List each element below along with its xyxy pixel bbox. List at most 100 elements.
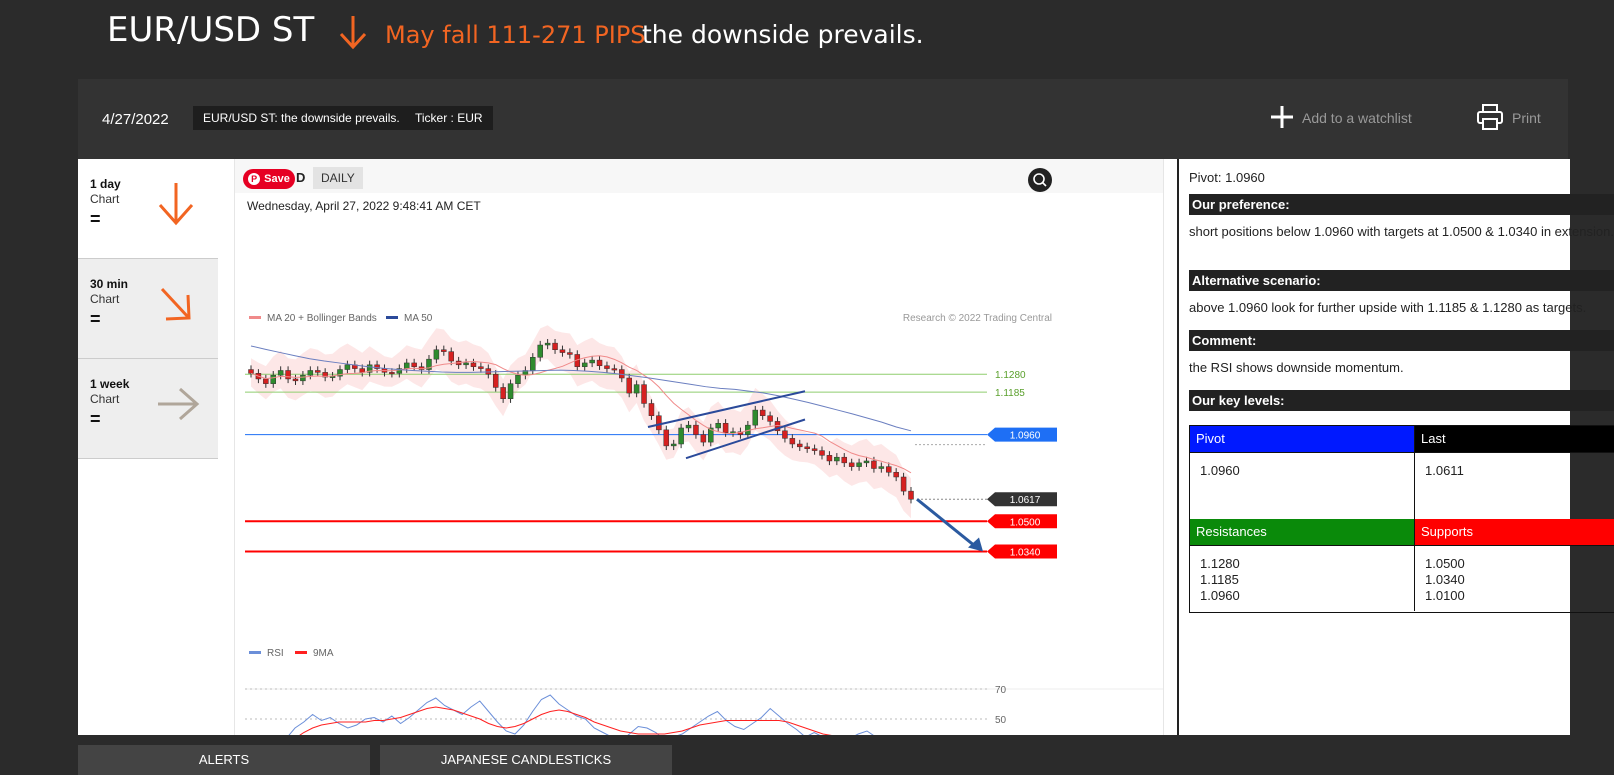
candle-body <box>537 344 543 358</box>
rsi-legend-swatch <box>249 651 261 654</box>
candle-body <box>834 456 840 462</box>
candle-body <box>263 378 269 384</box>
timeframe-name: 30 min <box>90 277 129 291</box>
ma50-legend-swatch <box>386 316 398 319</box>
rsi-ma9-line <box>299 706 832 735</box>
title-tag: EUR/USD ST: the downside prevails. <box>193 106 410 130</box>
candle-body <box>515 374 521 384</box>
candle-body <box>893 472 899 478</box>
candle-body <box>886 466 892 473</box>
ma9-legend: 9MA <box>313 648 334 659</box>
candle-body <box>300 374 306 382</box>
candle-body <box>767 415 773 422</box>
timeframe-1-week[interactable]: 1 week Chart = <box>78 359 218 459</box>
comment-heading: Comment: <box>1189 330 1614 351</box>
supports-header: Supports <box>1414 519 1614 545</box>
rsi-level-label: 70 <box>995 685 1007 696</box>
copyright-text: Research © 2022 Trading Central <box>903 313 1052 324</box>
candle-body <box>693 424 699 435</box>
timeframe-1-day[interactable]: 1 day Chart = <box>78 159 218 259</box>
timeframe-30-min[interactable]: 30 min Chart = <box>78 259 218 359</box>
timeframe-signal: = <box>90 409 101 429</box>
candle-body <box>789 438 796 445</box>
print-button[interactable]: Print <box>1476 103 1541 133</box>
timeframe-name: 1 week <box>90 377 130 391</box>
candle-body <box>797 443 803 448</box>
candle-body <box>448 351 454 362</box>
preference-text: short positions below 1.0960 with target… <box>1189 224 1614 239</box>
candle-body <box>678 427 684 445</box>
tab-japanese-candlesticks[interactable]: JAPANESE CANDLESTICKS <box>380 745 672 775</box>
candle-body <box>759 409 766 416</box>
candle-body <box>670 443 677 447</box>
plus-icon <box>1270 105 1294 132</box>
candle-body <box>314 370 321 373</box>
candle-body <box>648 403 655 416</box>
arrow-right-icon <box>156 381 200 432</box>
pivot-text: Pivot: 1.0960 <box>1189 170 1265 185</box>
ticker-tag: Ticker : EUR <box>405 106 493 130</box>
keylevels-heading: Our key levels: <box>1189 390 1614 411</box>
candle-body <box>752 409 759 426</box>
candle-body <box>285 370 291 380</box>
candle-body <box>530 357 536 371</box>
comment-text: the RSI shows downside momentum. <box>1189 360 1404 375</box>
arrow-down-icon <box>338 14 368 55</box>
candle-body <box>389 372 395 375</box>
candle-body <box>507 383 514 400</box>
add-to-watchlist-button[interactable]: Add to a watchlist <box>1270 105 1412 131</box>
candle-body <box>656 415 662 431</box>
resistance-level-label: 1.1185 <box>995 388 1025 399</box>
arrow-down-icon <box>156 181 196 232</box>
alternative-text: above 1.0960 look for further upside wit… <box>1189 300 1587 315</box>
last-price-label: 1.0617 <box>1010 495 1041 506</box>
ma9-legend-swatch <box>295 651 307 654</box>
timeframe-signal: = <box>90 309 101 329</box>
candle-body <box>248 369 254 374</box>
candle-body <box>500 387 506 400</box>
resistance-level-label: 1.1280 <box>995 370 1026 381</box>
arrow-down-right-icon <box>156 281 196 332</box>
prediction-text: May fall 111-271 PIPS <box>385 21 646 49</box>
last-value: 1.0611 <box>1414 452 1614 519</box>
candle-body <box>715 423 721 429</box>
forecast-arrow-head <box>968 537 983 552</box>
tab-alerts[interactable]: ALERTS <box>78 745 370 775</box>
candle-body <box>581 362 588 367</box>
analysis-panel: Pivot: 1.0960 Our preference: short posi… <box>1177 159 1614 735</box>
support-value: 1.0500 <box>1425 556 1465 571</box>
support-level-label: 1.0340 <box>1010 547 1041 558</box>
watchlist-label: Add to a watchlist <box>1302 110 1412 126</box>
pivot-value: 1.0960 <box>1190 452 1414 519</box>
candle-body <box>433 349 440 360</box>
candle-body <box>626 377 632 394</box>
chart-plot: 1.1280 1.1185 1.0960 1.0617 1.0500 1.0340 70 5… <box>245 313 1163 735</box>
rsi-legend: RSI <box>267 648 284 659</box>
timeframe-sub: Chart <box>90 292 120 306</box>
summary-text: the downside prevails. <box>642 20 924 49</box>
pivot-header: Pivot <box>1190 426 1414 452</box>
candle-body <box>685 424 692 429</box>
candle-body <box>277 370 284 376</box>
candle-body <box>478 366 484 369</box>
rsi-line <box>288 694 874 735</box>
candle-body <box>604 365 610 369</box>
candle-body <box>403 362 410 369</box>
timeframe-name: 1 day <box>90 177 121 191</box>
candle-body <box>411 362 417 367</box>
timeframe-signal: = <box>90 209 101 229</box>
candle-body <box>804 446 810 449</box>
candle-body <box>559 349 566 353</box>
ma50-legend: MA 50 <box>404 313 433 324</box>
candle-body <box>567 352 573 355</box>
instrument-symbol: EUR/USD ST <box>107 10 315 50</box>
card-toolbar: 4/27/2022 EUR/USD ST: the downside preva… <box>78 79 1568 159</box>
candle-body <box>589 359 595 364</box>
support-value: 1.0100 <box>1425 588 1465 603</box>
candle-body <box>307 370 314 376</box>
support-value: 1.0340 <box>1425 572 1465 587</box>
candle-body <box>359 368 365 373</box>
candle-body <box>782 430 788 439</box>
bollinger-band <box>251 325 911 519</box>
printer-icon <box>1476 103 1504 134</box>
